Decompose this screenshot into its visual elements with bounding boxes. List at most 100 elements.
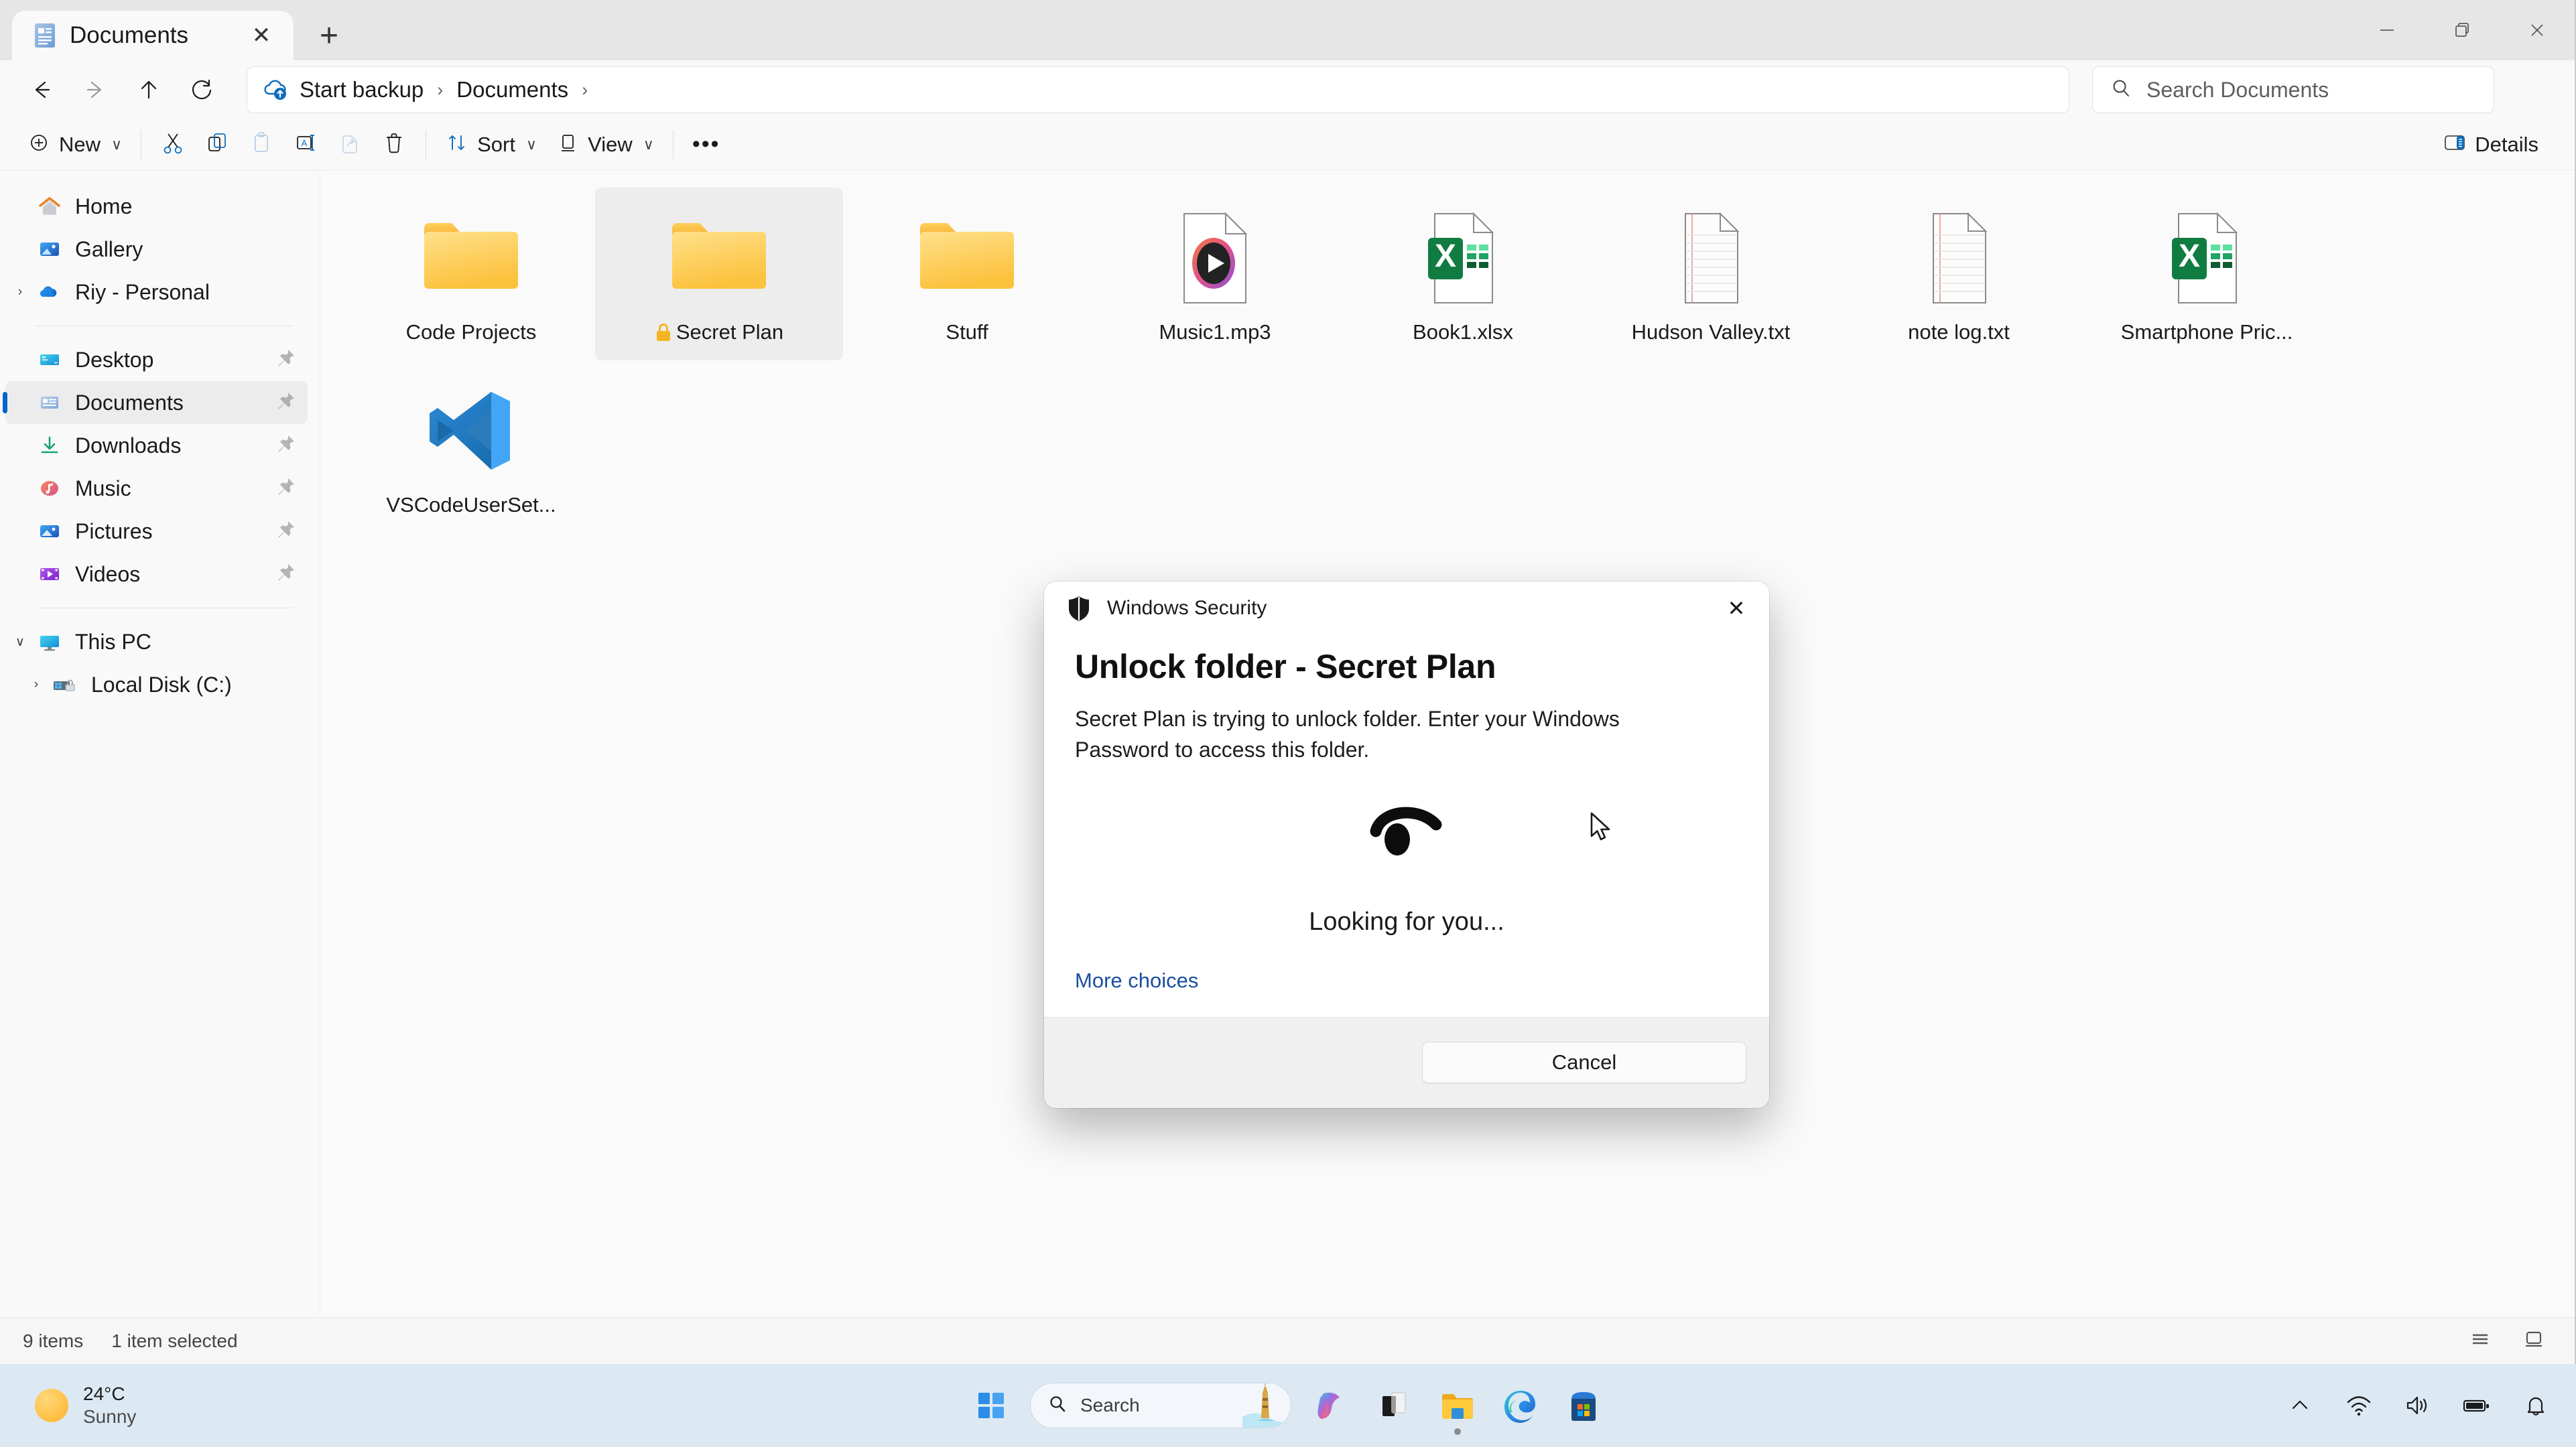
documents-icon [35,388,64,417]
breadcrumb-separator-end[interactable]: › [578,80,592,100]
taskbar-app-file-explorer[interactable] [1435,1383,1480,1435]
hello-status-label: Looking for you... [1309,907,1504,936]
sort-button[interactable]: Sort ∨ [436,124,546,165]
breadcrumb-start-backup[interactable]: Start backup [300,77,424,102]
svg-text:A: A [302,138,308,148]
file-grid: Code Projects Secret Plan Stuff Music1.m… [347,188,2575,533]
expander-placeholder [5,431,35,460]
selection-count-label: 1 item selected [111,1330,238,1351]
close-icon[interactable]: ✕ [1716,590,1757,627]
up-arrow-icon[interactable] [122,67,176,113]
pin-icon[interactable] [274,433,297,459]
trash-icon [381,130,407,159]
more-options-button[interactable]: ••• [683,124,730,165]
forward-arrow-icon[interactable] [68,67,122,113]
chevron-down-icon[interactable]: ∨ [5,627,35,657]
taskbar-app-copilot[interactable] [1309,1383,1354,1428]
weather-temperature: 24°C [83,1383,125,1404]
cancel-button[interactable]: Cancel [1422,1042,1746,1084]
share-icon [337,130,363,159]
sidebar-item-riy-personal[interactable]: › Riy - Personal [5,271,308,314]
dialog-heading: Unlock folder - Secret Plan [1075,648,1496,685]
taskbar-app-microsoft-store[interactable] [1561,1383,1606,1428]
expander-placeholder [5,474,35,503]
refresh-icon[interactable] [176,67,229,113]
more-choices-link[interactable]: More choices [1044,957,1229,993]
search-input[interactable]: Search Documents [2092,66,2494,113]
file-item-hudson-valley-txt[interactable]: Hudson Valley.txt [1587,188,1835,360]
bell-icon[interactable] [2518,1388,2553,1423]
chevron-right-icon[interactable]: › [5,277,35,307]
chevron-right-icon[interactable]: › [21,670,51,699]
sidebar-item-home[interactable]: Home [5,185,308,228]
tab-documents[interactable]: Documents ✕ [12,11,294,60]
back-arrow-icon[interactable] [15,67,68,113]
windows-hello-zone: Looking for you... [1075,766,1738,957]
restore-icon[interactable] [2425,0,2500,60]
file-item-stuff[interactable]: Stuff [843,188,1091,360]
sidebar-item-music[interactable]: Music [5,467,308,510]
taskbar-search-box[interactable]: Search [1030,1383,1291,1428]
sidebar-item-desktop[interactable]: Desktop [5,338,308,381]
list-view-icon[interactable] [2469,1328,2492,1354]
sidebar-item-downloads[interactable]: Downloads [5,424,308,467]
sidebar-item-documents[interactable]: Documents [3,381,308,424]
view-button[interactable]: View ∨ [546,124,663,165]
sidebar-item-videos[interactable]: Videos [5,553,308,596]
svg-text:X: X [2179,238,2200,274]
tab-close-icon[interactable]: ✕ [244,18,279,53]
pin-icon[interactable] [274,561,297,588]
cut-button[interactable] [151,124,195,165]
folder-icon [662,208,776,308]
new-tab-button[interactable]: + [304,11,354,60]
file-label: Stuff [946,320,988,344]
windows-start-icon[interactable] [970,1384,1013,1427]
file-item-note-log-txt[interactable]: note log.txt [1835,188,2083,360]
tab-label: Documents [70,22,189,48]
file-item-secret-plan[interactable]: Secret Plan [595,188,843,360]
file-item-music1-mp3[interactable]: Music1.mp3 [1091,188,1339,360]
pin-icon[interactable] [274,519,297,545]
tile-view-icon[interactable] [2522,1328,2545,1354]
chevron-up-icon[interactable] [2282,1388,2317,1423]
pin-icon[interactable] [274,390,297,416]
close-icon[interactable] [2500,0,2575,60]
file-item-smartphone-prices[interactable]: X Smartphone Pric... [2083,188,2331,360]
toolbar-right-group: Details [2433,124,2548,165]
sidebar-label-desktop: Desktop [75,347,154,372]
sidebar-item-gallery[interactable]: Gallery [5,228,308,271]
details-pane-button[interactable]: Details [2433,124,2548,165]
taskbar-app-task-view[interactable] [1372,1383,1417,1428]
minimize-icon[interactable] [2349,0,2425,60]
file-item-vscode-user-settings[interactable]: VSCodeUserSet... [347,360,595,533]
gallery-icon [35,234,64,264]
sidebar-item-pictures[interactable]: Pictures [5,510,308,553]
sidebar-item-local-disk-c[interactable]: › Local Disk (C:) [5,663,308,706]
new-button[interactable]: New ∨ [17,124,131,165]
paste-button[interactable] [239,124,283,165]
file-item-code-projects[interactable]: Code Projects [347,188,595,360]
pictures-icon [35,516,64,546]
rename-button[interactable]: A [283,124,328,165]
taskbar-app-edge[interactable] [1498,1383,1543,1428]
breadcrumb-documents[interactable]: Documents [456,77,568,102]
wifi-icon[interactable] [2341,1388,2376,1423]
svg-text:X: X [1435,238,1456,274]
pin-icon[interactable] [274,347,297,373]
excel-file-icon: X [1406,208,1520,308]
battery-icon[interactable] [2459,1388,2494,1423]
sidebar-item-this-pc[interactable]: ∨ This PC [5,620,308,663]
copy-button[interactable] [195,124,239,165]
lock-overlay-icon [655,322,672,342]
delete-button[interactable] [372,124,416,165]
plus-circle-icon [27,131,51,158]
pin-icon[interactable] [274,476,297,502]
weather-widget[interactable]: 24°C Sunny [23,1377,148,1434]
sun-icon [35,1389,68,1422]
share-button[interactable] [328,124,372,165]
address-bar-breadcrumb[interactable]: Start backup › Documents › [247,66,2069,113]
file-item-book1-xlsx[interactable]: X Book1.xlsx [1339,188,1587,360]
chevron-down-icon: ∨ [643,135,654,153]
speaker-icon[interactable] [2400,1388,2435,1423]
folder-icon [414,208,528,308]
